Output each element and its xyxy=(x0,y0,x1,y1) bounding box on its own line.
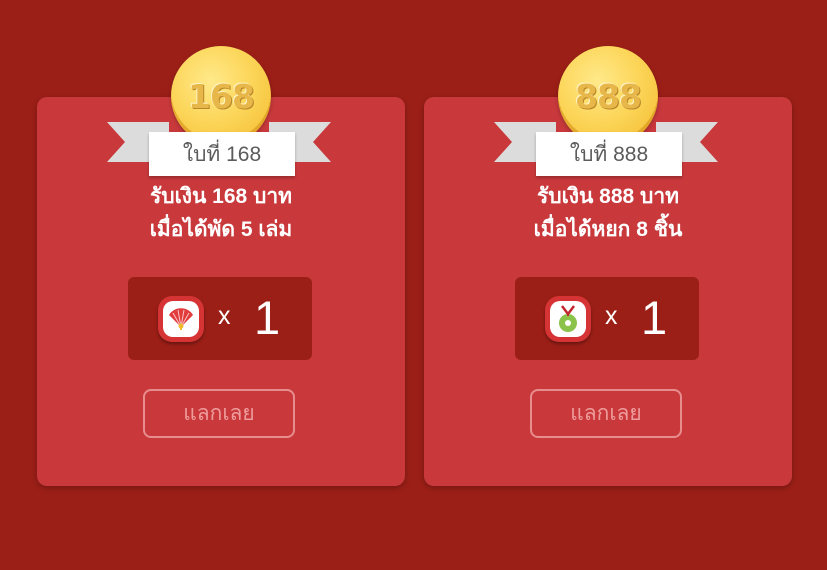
reward-card-888: 888 ใบที่ 888 รับเงิน 888 บาท เมื่อได้หย… xyxy=(424,46,792,486)
ribbon-banner: ใบที่ 888 xyxy=(494,119,718,176)
jade-pendant-icon xyxy=(545,296,591,342)
reward-amount-text: รับเงิน 168 บาท xyxy=(149,185,293,208)
item-count: 1 xyxy=(254,291,281,344)
redeem-button[interactable]: แลกเลย xyxy=(143,389,295,438)
coin-value: 168 xyxy=(188,76,255,116)
redeem-button[interactable]: แลกเลย xyxy=(530,389,682,438)
ribbon-banner: ใบที่ 168 xyxy=(107,119,331,176)
fan-icon xyxy=(158,296,204,342)
ribbon-label: ใบที่ 168 xyxy=(149,132,295,176)
reward-condition-text: เมื่อได้หยก 8 ชิ้น xyxy=(533,218,683,241)
required-item-box: x 1 xyxy=(128,277,312,360)
reward-condition-text: เมื่อได้พัด 5 เล่ม xyxy=(149,218,293,241)
ribbon-label: ใบที่ 888 xyxy=(536,132,682,176)
item-count: 1 xyxy=(641,291,668,344)
multiplier-sign: x xyxy=(605,302,618,330)
reward-description: รับเงิน 888 บาท เมื่อได้หยก 8 ชิ้น xyxy=(424,180,792,246)
reward-description: รับเงิน 168 บาท เมื่อได้พัด 5 เล่ม xyxy=(37,180,405,246)
reward-amount-text: รับเงิน 888 บาท xyxy=(536,185,680,208)
reward-card-168: 168 ใบที่ 168 รับเงิน 168 บาท เมื่อได้พั… xyxy=(37,46,405,486)
coin-value: 888 xyxy=(575,76,642,116)
multiplier-sign: x xyxy=(218,302,231,330)
required-item-box: x 1 xyxy=(515,277,699,360)
